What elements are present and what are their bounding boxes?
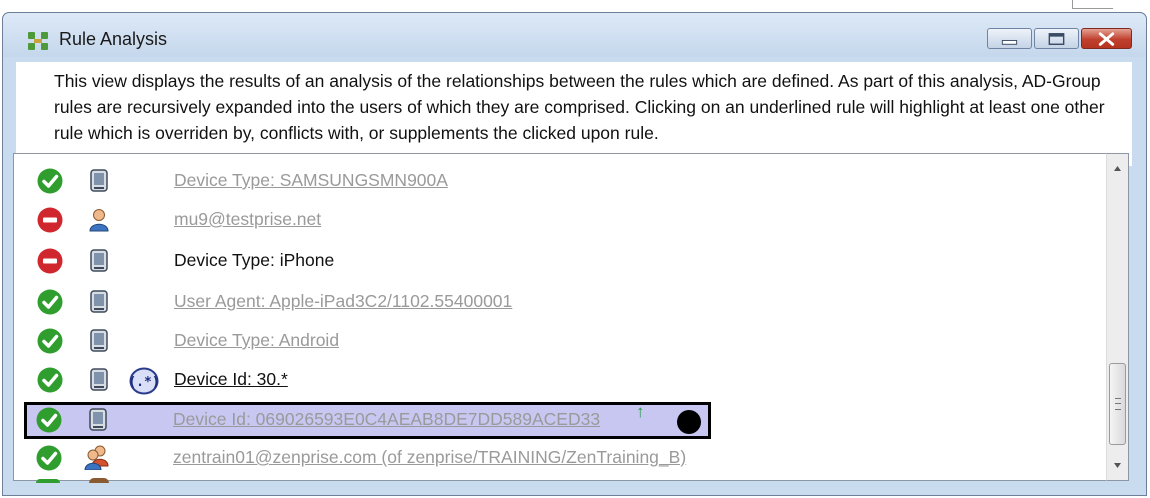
background-window-edge	[1072, 0, 1113, 9]
close-button[interactable]	[1081, 28, 1132, 49]
rule-label[interactable]: Device Type: iPhone	[174, 250, 334, 271]
minimize-button[interactable]	[987, 28, 1032, 49]
rule-label[interactable]: mu9@testprise.net	[174, 209, 321, 230]
maximize-icon	[1048, 33, 1065, 46]
partial-row-type-icon	[89, 478, 109, 483]
deny-icon	[37, 207, 63, 233]
rule-analysis-app-icon	[28, 32, 48, 50]
arrow-up-icon: ↑	[636, 402, 645, 421]
rule-row[interactable]: mu9@testprise.net	[14, 202, 1106, 239]
device-icon	[90, 368, 108, 391]
rule-label[interactable]: Device Type: Android	[174, 330, 339, 351]
device-icon	[90, 329, 108, 352]
rule-label[interactable]: Device Type: SAMSUNGSMN900A	[174, 170, 448, 191]
rule-label[interactable]: Device Id: 30.*	[174, 369, 288, 390]
minimize-icon	[1001, 39, 1018, 45]
rule-label[interactable]: Device Id: 069026593E0C4AEAB8DE7DD589ACE…	[173, 409, 600, 430]
scroll-up-arrow-icon[interactable]	[1107, 157, 1128, 179]
allow-check-icon	[37, 328, 63, 354]
user-icon	[89, 209, 109, 232]
rule-row[interactable]: Device Type: SAMSUNGSMN900A	[14, 163, 1106, 200]
allow-check-icon	[37, 168, 63, 194]
device-icon	[89, 408, 107, 431]
regex-icon-glyph: (.*)	[129, 375, 159, 390]
allow-check-icon	[37, 367, 63, 393]
regex-icon: (.*)	[129, 367, 159, 395]
description-text: This view displays the results of an ana…	[16, 62, 1132, 166]
scrollbar-thumb[interactable]	[1109, 363, 1126, 445]
grip-icon	[1115, 398, 1121, 410]
rule-row[interactable]: User Agent: Apple-iPad3C2/1102.55400001	[14, 284, 1106, 321]
partial-row-status-icon	[36, 479, 60, 483]
device-icon	[90, 290, 108, 313]
device-icon	[90, 249, 108, 272]
allow-check-icon	[36, 407, 62, 433]
rule-row[interactable]: Device Type: iPhone	[14, 243, 1106, 280]
rule-row[interactable]: zentrain01@zenprise.com (of zenprise/TRA…	[13, 440, 1105, 477]
allow-check-icon	[37, 289, 63, 315]
cursor-dot	[677, 410, 701, 434]
group-icon	[84, 445, 109, 470]
rule-row[interactable]: Device Type: Android	[14, 323, 1106, 360]
title-bar[interactable]: Rule Analysis	[3, 13, 1146, 57]
allow-check-icon	[36, 445, 62, 471]
scroll-down-arrow-icon[interactable]	[1107, 455, 1128, 477]
rule-label[interactable]: zentrain01@zenprise.com (of zenprise/TRA…	[173, 447, 686, 468]
vertical-scrollbar[interactable]	[1106, 153, 1129, 481]
rule-label[interactable]: User Agent: Apple-iPad3C2/1102.55400001	[174, 291, 512, 312]
maximize-button[interactable]	[1034, 28, 1079, 49]
deny-icon	[37, 248, 63, 274]
rule-row[interactable]: (.*) Device Id: 30.*	[14, 362, 1106, 399]
rule-row-selected[interactable]: Device Id: 069026593E0C4AEAB8DE7DD589ACE…	[24, 402, 711, 439]
close-icon	[1098, 32, 1115, 46]
window-title: Rule Analysis	[59, 29, 168, 49]
device-icon	[90, 169, 108, 192]
